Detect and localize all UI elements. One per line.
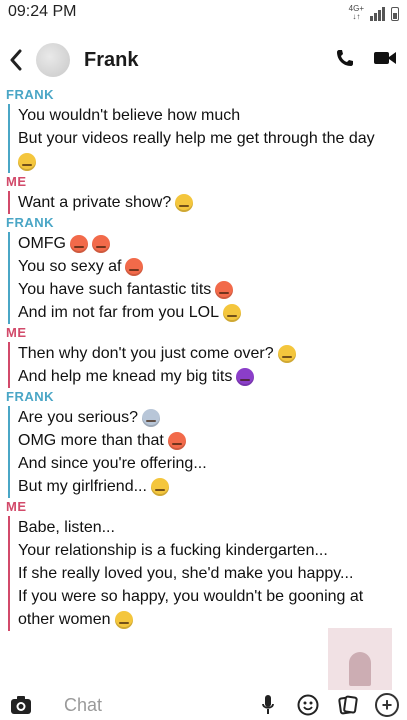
message-list: FRANK You wouldn't believe how much But … — [0, 86, 407, 690]
sender-bar — [8, 191, 10, 214]
flushed-emoji-icon — [215, 280, 234, 299]
message-line[interactable] — [18, 150, 375, 173]
message-line[interactable]: And im not far from you LOL — [18, 301, 241, 324]
phone-icon[interactable] — [335, 48, 355, 73]
message-group: ME Want a private show? — [0, 173, 407, 214]
header-actions — [335, 48, 397, 73]
message-line[interactable]: Your relationship is a fucking kindergar… — [18, 539, 363, 562]
sender-label: FRANK — [6, 87, 54, 102]
battery-icon — [391, 7, 399, 21]
smirk-emoji-icon — [277, 344, 296, 363]
message-group: ME Then why don't you just come over? An… — [0, 324, 407, 388]
sender-label: FRANK — [6, 389, 54, 404]
message-line[interactable]: But your videos really help me get throu… — [18, 127, 375, 150]
scream-emoji-icon — [142, 408, 161, 427]
message-line[interactable]: Are you serious? — [18, 406, 207, 429]
status-icons: 4G+ ↓↑ — [349, 3, 399, 21]
camera-icon — [11, 696, 31, 714]
message-group: FRANK Are you serious? OMG more than tha… — [0, 388, 407, 498]
chat-bar: Chat + — [0, 690, 407, 720]
sender-bar — [8, 406, 10, 498]
message-line[interactable]: Then why don't you just come over? — [18, 342, 296, 365]
plus-icon[interactable]: + — [375, 693, 399, 717]
smirk-emoji-icon — [175, 193, 194, 212]
emoji-icon — [297, 694, 319, 716]
message-line[interactable]: OMFG — [18, 232, 241, 255]
grin-emoji-icon — [222, 303, 241, 322]
smirk-emoji-icon — [114, 610, 133, 629]
cards-button[interactable] — [335, 692, 361, 718]
grin-emoji-icon — [18, 152, 36, 171]
message-block: Then why don't you just come over? And h… — [8, 342, 407, 388]
message-line[interactable]: If she really loved you, she'd make you … — [18, 562, 363, 585]
watermark-figure-icon — [349, 652, 371, 686]
grimace-emoji-icon — [150, 477, 169, 496]
sender-label: ME — [6, 174, 27, 189]
message-group: FRANK OMFG You so sexy af You have such … — [0, 214, 407, 324]
message-line[interactable]: Babe, listen... — [18, 516, 363, 539]
flushed-emoji-icon — [125, 257, 144, 276]
network-indicator: 4G+ ↓↑ — [349, 5, 364, 21]
chat-actions: + — [255, 692, 399, 718]
flushed-emoji-icon — [92, 234, 110, 253]
avatar[interactable] — [36, 43, 70, 77]
message-line[interactable]: And since you're offering... — [18, 452, 207, 475]
chat-header: Frank — [0, 34, 407, 86]
sender-bar — [8, 104, 10, 173]
message-group: FRANK You wouldn't believe how much But … — [0, 86, 407, 173]
message-line[interactable]: other women — [18, 608, 363, 631]
message-line[interactable]: You wouldn't believe how much — [18, 104, 375, 127]
sender-label: ME — [6, 325, 27, 340]
sender-bar — [8, 516, 10, 631]
chat-input[interactable]: Chat — [64, 695, 102, 716]
message-line[interactable]: OMG more than that — [18, 429, 207, 452]
message-line[interactable]: You so sexy af — [18, 255, 241, 278]
message-line[interactable]: But my girlfriend... — [18, 475, 207, 498]
message-line[interactable]: If you were so happy, you wouldn't be go… — [18, 585, 363, 608]
camera-button[interactable] — [8, 692, 34, 718]
message-block: Babe, listen... Your relationship is a f… — [8, 516, 407, 631]
flushed-emoji-icon — [70, 234, 88, 253]
flushed-emoji-icon — [167, 431, 186, 450]
message-line[interactable]: And help me knead my big tits — [18, 365, 296, 388]
message-block: OMFG You so sexy af You have such fantas… — [8, 232, 407, 324]
cards-icon — [338, 695, 358, 715]
status-time: 09:24 PM — [8, 3, 77, 20]
sender-bar — [8, 232, 10, 324]
microphone-button[interactable] — [255, 692, 281, 718]
status-bar: 09:24 PM 4G+ ↓↑ — [0, 0, 407, 24]
message-block: Want a private show? — [8, 191, 407, 214]
microphone-icon — [262, 695, 274, 714]
chevron-left-icon[interactable] — [4, 48, 28, 72]
devil-emoji-icon — [236, 367, 255, 386]
sender-label: FRANK — [6, 215, 54, 230]
message-line[interactable]: Want a private show? — [18, 191, 194, 214]
video-camera-icon[interactable] — [373, 49, 397, 72]
message-block: Are you serious? OMG more than that And … — [8, 406, 407, 498]
message-block: You wouldn't believe how much But your v… — [8, 104, 407, 173]
emoji-button[interactable] — [295, 692, 321, 718]
message-group: ME Babe, listen... Your relationship is … — [0, 498, 407, 631]
message-line[interactable]: You have such fantastic tits — [18, 278, 241, 301]
contact-name[interactable]: Frank — [84, 49, 138, 72]
watermark-logo — [328, 628, 392, 690]
sender-bar — [8, 342, 10, 388]
data-arrows-icon: ↓↑ — [352, 12, 361, 21]
signal-icon — [370, 7, 385, 21]
sender-label: ME — [6, 499, 27, 514]
